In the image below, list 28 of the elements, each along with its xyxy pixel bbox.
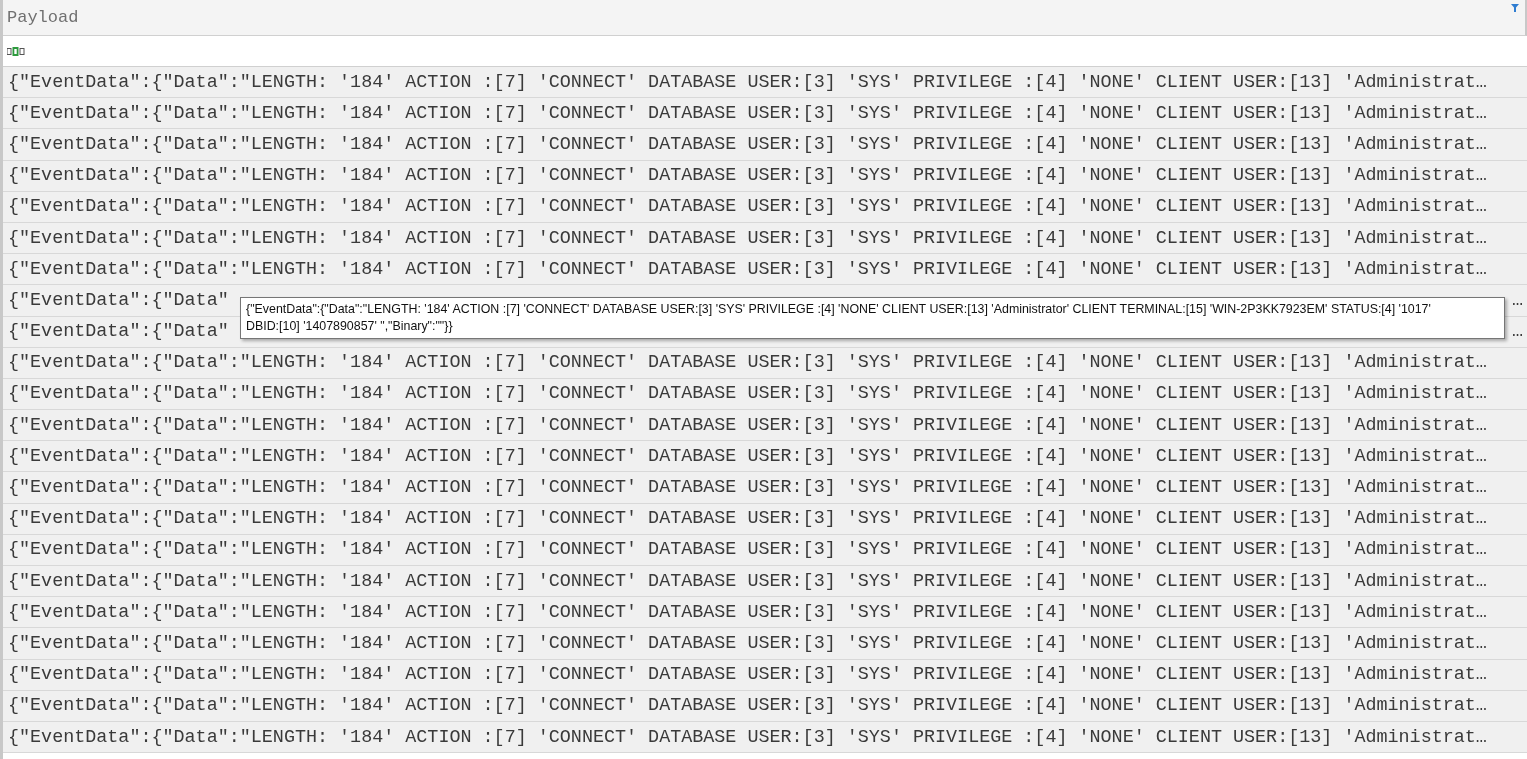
filter-icon[interactable] [1511, 4, 1519, 12]
table-cell: {"EventData":{"Data":"LENGTH: '184' ACTION :[7] 'CONNECT' DATABASE USER:[3] 'SYS' PRIVILEGE :[4] 'NONE' CLIENT USER:[13] 'Administrat… [8, 102, 1487, 124]
table-cell: {"EventData":{"Data":"LENGTH: '184' ACTION :[7] 'CONNECT' DATABASE USER:[3] 'SYS' PRIVILEGE :[4] 'NONE' CLIENT USER:[13] 'Administrat… [8, 414, 1487, 436]
table-cell: {"EventData":{"Data":"LENGTH: '184' ACTION :[7] 'CONNECT' DATABASE USER:[3] 'SYS' PRIVILEGE :[4] 'NONE' CLIENT USER:[13] 'Administrat… [8, 227, 1487, 249]
text-filter-icon[interactable] [7, 46, 25, 56]
table-cell: {"EventData":{"Data":"LENGTH: '184' ACTION :[7] 'CONNECT' DATABASE USER:[3] 'SYS' PRIVILEGE :[4] 'NONE' CLIENT USER:[13] 'Administrat… [8, 196, 1487, 218]
table-cell: {"EventData":{"Data":"LENGTH: '184' ACTION :[7] 'CONNECT' DATABASE USER:[3] 'SYS' PRIVILEGE :[4] 'NONE' CLIENT USER:[13] 'Administrat… [8, 726, 1487, 748]
table-cell: {"EventData":{"Data" [8, 289, 229, 311]
table-cell: {"EventData":{"Data":"LENGTH: '184' ACTION :[7] 'CONNECT' DATABASE USER:[3] 'SYS' PRIVILEGE :[4] 'NONE' CLIENT USER:[13] 'Administrat… [8, 445, 1487, 467]
table-cell: {"EventData":{"Data" [8, 321, 229, 343]
table-cell: {"EventData":{"Data":"LENGTH: '184' ACTION :[7] 'CONNECT' DATABASE USER:[3] 'SYS' PRIVILEGE :[4] 'NONE' CLIENT USER:[13] 'Administrat… [8, 508, 1487, 530]
table-cell: {"EventData":{"Data":"LENGTH: '184' ACTION :[7] 'CONNECT' DATABASE USER:[3] 'SYS' PRIVILEGE :[4] 'NONE' CLIENT USER:[13] 'Administrat… [8, 477, 1487, 499]
table-cell: {"EventData":{"Data":"LENGTH: '184' ACTION :[7] 'CONNECT' DATABASE USER:[3] 'SYS' PRIVILEGE :[4] 'NONE' CLIENT USER:[13] 'Administrat… [8, 165, 1487, 187]
table-cell: {"EventData":{"Data":"LENGTH: '184' ACTION :[7] 'CONNECT' DATABASE USER:[3] 'SYS' PRIVILEGE :[4] 'NONE' CLIENT USER:[13] 'Administrat… [8, 570, 1487, 592]
column-header[interactable]: Payload [7, 8, 79, 27]
tooltip-text: {"EventData":{"Data":"LENGTH: '184' ACTION :[7] 'CONNECT' DATABASE USER:[3] 'SYS' PRIVILEGE :[4] 'NONE' CLIENT USER:[13] 'Administrator' CLIENT TERMINAL:[15] 'WIN-2P3KK7923EM' STATUS:[4] '1017' DBID:[10] '1407890857' ","Binary":""}} [246, 301, 1432, 335]
ellipsis: … [1511, 321, 1523, 343]
table-cell: {"EventData":{"Data":"LENGTH: '184' ACTION :[7] 'CONNECT' DATABASE USER:[3] 'SYS' PRIVILEGE :[4] 'NONE' CLIENT USER:[13] 'Administrat… [8, 133, 1487, 155]
table-cell: {"EventData":{"Data":"LENGTH: '184' ACTION :[7] 'CONNECT' DATABASE USER:[3] 'SYS' PRIVILEGE :[4] 'NONE' CLIENT USER:[13] 'Administrat… [8, 539, 1487, 561]
table-cell: {"EventData":{"Data":"LENGTH: '184' ACTION :[7] 'CONNECT' DATABASE USER:[3] 'SYS' PRIVILEGE :[4] 'NONE' CLIENT USER:[13] 'Administrat… [8, 71, 1487, 93]
table-cell: {"EventData":{"Data":"LENGTH: '184' ACTION :[7] 'CONNECT' DATABASE USER:[3] 'SYS' PRIVILEGE :[4] 'NONE' CLIENT USER:[13] 'Administrat… [8, 632, 1487, 654]
table-cell: {"EventData":{"Data":"LENGTH: '184' ACTION :[7] 'CONNECT' DATABASE USER:[3] 'SYS' PRIVILEGE :[4] 'NONE' CLIENT USER:[13] 'Administrat… [8, 601, 1487, 623]
table-cell: {"EventData":{"Data":"LENGTH: '184' ACTION :[7] 'CONNECT' DATABASE USER:[3] 'SYS' PRIVILEGE :[4] 'NONE' CLIENT USER:[13] 'Administrat… [8, 383, 1487, 405]
table-cell: {"EventData":{"Data":"LENGTH: '184' ACTION :[7] 'CONNECT' DATABASE USER:[3] 'SYS' PRIVILEGE :[4] 'NONE' CLIENT USER:[13] 'Administrat… [8, 258, 1487, 280]
table-cell: {"EventData":{"Data":"LENGTH: '184' ACTION :[7] 'CONNECT' DATABASE USER:[3] 'SYS' PRIVILEGE :[4] 'NONE' CLIENT USER:[13] 'Administrat… [8, 695, 1487, 717]
ellipsis: … [1511, 289, 1523, 311]
table-cell: {"EventData":{"Data":"LENGTH: '184' ACTION :[7] 'CONNECT' DATABASE USER:[3] 'SYS' PRIVILEGE :[4] 'NONE' CLIENT USER:[13] 'Administrat… [8, 664, 1487, 686]
table-cell: {"EventData":{"Data":"LENGTH: '184' ACTION :[7] 'CONNECT' DATABASE USER:[3] 'SYS' PRIVILEGE :[4] 'NONE' CLIENT USER:[13] 'Administrat… [8, 352, 1487, 374]
